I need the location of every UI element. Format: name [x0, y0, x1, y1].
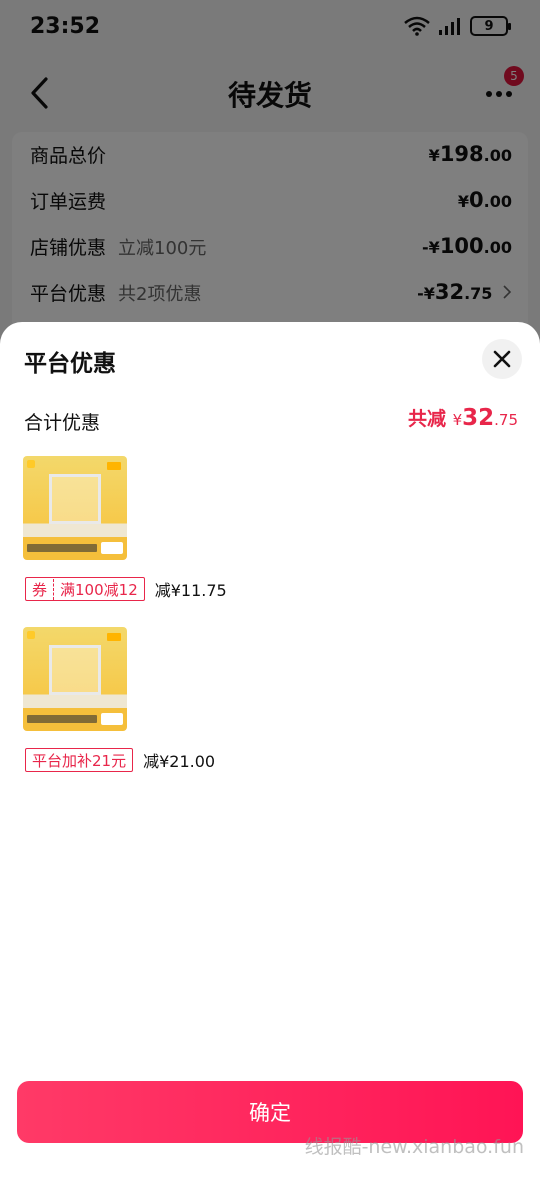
brand-logo	[27, 460, 35, 468]
product-thumbnail	[23, 456, 127, 560]
summary-cents: .75	[494, 411, 518, 429]
coupon-type: 券	[32, 578, 55, 600]
product-thumbnail	[23, 627, 127, 731]
summary-currency: ¥	[452, 411, 463, 429]
coupon-tag: 平台加补21元	[25, 748, 134, 772]
close-icon	[493, 350, 511, 368]
saving-amount: 减¥11.75	[154, 581, 227, 600]
product-frame	[49, 645, 101, 695]
watermark-text: 线报酷-new.xianbao.fun	[304, 1136, 524, 1158]
summary-amount: 共减 ¥32.75	[408, 404, 518, 431]
brand-logo	[27, 631, 35, 639]
discount-item: 平台加补21元 减¥21.00	[23, 627, 517, 787]
promo-band	[27, 544, 97, 552]
promo-tag	[107, 633, 121, 641]
coupon-text: 满100减12	[60, 580, 138, 599]
sheet-title: 平台优惠	[24, 351, 116, 377]
price-sticker	[101, 713, 123, 725]
product-frame	[49, 474, 101, 524]
summary-prefix: 共减	[407, 408, 446, 430]
summary-integer: 32	[462, 405, 495, 431]
promo-tag	[107, 462, 121, 470]
coupon-text: 平台加补21元	[32, 751, 127, 770]
saving-amount: 减¥21.00	[143, 752, 216, 771]
promo-band	[27, 715, 97, 723]
coupon-tag: 券 满100减12	[25, 577, 145, 601]
coupon-row: 平台加补21元 减¥21.00	[25, 747, 215, 773]
platform-discount-sheet: 平台优惠 合计优惠 共减 ¥32.75 券 满100减12 减¥11.75 平台…	[0, 322, 540, 1193]
discount-item: 券 满100减12 减¥11.75	[23, 456, 517, 616]
price-sticker	[101, 542, 123, 554]
summary-label: 合计优惠	[24, 412, 101, 434]
coupon-row: 券 满100减12 减¥11.75	[25, 576, 227, 602]
close-button[interactable]	[482, 339, 522, 379]
